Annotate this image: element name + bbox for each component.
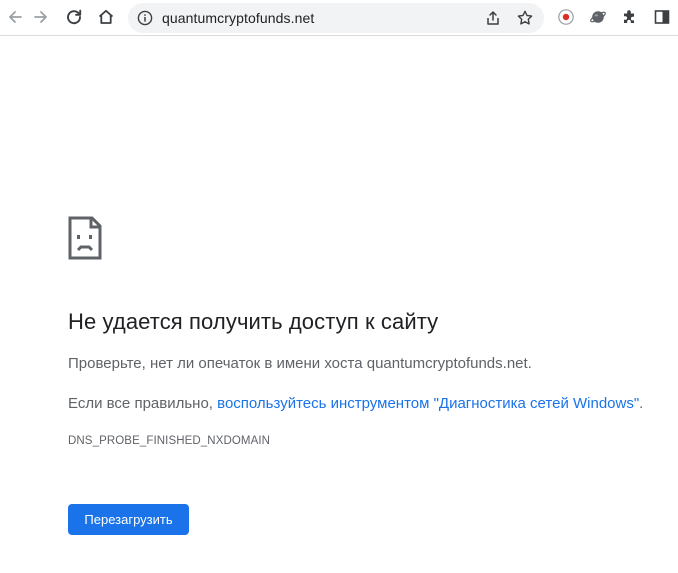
diagnostics-suffix: .: [639, 395, 644, 412]
star-icon[interactable]: [516, 9, 534, 27]
extension-planet-button[interactable]: [585, 4, 611, 30]
reload-icon: [67, 9, 82, 25]
reload-page-button[interactable]: Перезагрузить: [68, 504, 189, 535]
home-button[interactable]: [93, 4, 119, 30]
forward-button[interactable]: [28, 4, 54, 30]
reload-button[interactable]: [61, 4, 87, 30]
puzzle-icon: [624, 10, 634, 23]
planet-icon: [590, 11, 606, 23]
diagnostics-prefix: Если все правильно,: [68, 395, 218, 412]
diagnostics-suggestion: Если все правильно, воспользуйтесь инстр…: [68, 395, 643, 412]
extension-record-button[interactable]: [553, 4, 579, 30]
hostname-check-text: Проверьте, нет ли опечаток в имени хоста…: [68, 355, 532, 372]
extensions-button[interactable]: [617, 4, 643, 30]
address-bar[interactable]: quantumcryptofunds.net: [128, 3, 544, 33]
side-panel-icon: [654, 10, 670, 24]
arrow-left-icon: [9, 11, 22, 23]
url-text[interactable]: quantumcryptofunds.net: [162, 10, 314, 26]
home-icon: [98, 9, 114, 24]
browser-toolbar: quantumcryptofunds.net: [0, 0, 678, 36]
back-button[interactable]: [2, 4, 28, 30]
share-icon[interactable]: [484, 9, 502, 27]
info-icon[interactable]: [137, 10, 153, 26]
diagnostics-link[interactable]: воспользуйтесь инструментом "Диагностика…: [217, 395, 639, 412]
sad-page-icon: [68, 216, 102, 260]
side-panel-button[interactable]: [649, 4, 675, 30]
arrow-right-icon: [34, 11, 47, 23]
record-icon: [558, 9, 574, 25]
error-title: Не удается получить доступ к сайту: [68, 309, 439, 334]
error-code: DNS_PROBE_FINISHED_NXDOMAIN: [68, 435, 271, 447]
